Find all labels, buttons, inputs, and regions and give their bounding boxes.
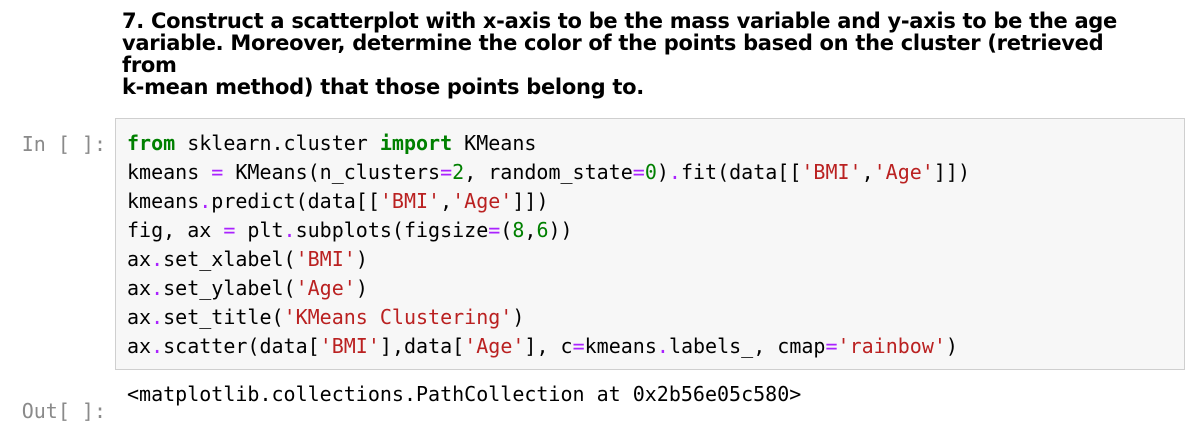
code-token: labels_, cmap (668, 334, 826, 358)
code-token: ax (127, 276, 152, 300)
code-token: , (861, 160, 874, 184)
code-token: subplots(figsize (295, 218, 489, 242)
code-token: = (223, 218, 236, 242)
output-prompt: Out[ ]: (21, 399, 106, 423)
code-token: 'rainbow' (837, 334, 946, 358)
code-token: 'Age' (873, 160, 934, 184)
code-token: scatter(data[ (163, 334, 320, 358)
code-token: ( (500, 218, 513, 242)
code-token: kmeans (584, 334, 657, 358)
code-token: ) (512, 305, 525, 329)
code-token: 'BMI' (801, 160, 862, 184)
code-token: ], c (524, 334, 573, 358)
code-token: ) (355, 276, 368, 300)
code-token: = (488, 218, 501, 242)
code-token: )) (548, 218, 573, 242)
code-token: , (524, 218, 537, 242)
code-token: = (825, 334, 838, 358)
code-token: KMeans (452, 131, 537, 155)
code-token: 'Age' (464, 334, 525, 358)
code-token: 'KMeans Clustering' (283, 305, 513, 329)
code-token: . (151, 334, 164, 358)
code-token: set_ylabel( (163, 276, 296, 300)
code-token: , (440, 189, 453, 213)
code-token: . (668, 160, 681, 184)
code-token: ax (127, 334, 152, 358)
code-line: ax.scatter(data['BMI'],data['Age'], c=km… (127, 332, 1184, 361)
code-token: = (572, 334, 585, 358)
code-token: ) (656, 160, 669, 184)
code-lines: from sklearn.cluster import KMeans kmeans… (127, 129, 1184, 361)
output-text: <matplotlib.collections.PathCollection a… (127, 382, 802, 406)
code-token: ax (127, 305, 152, 329)
code-token: 'BMI' (319, 334, 380, 358)
code-line: ax.set_title('KMeans Clustering') (127, 303, 1184, 332)
code-token: 'Age' (295, 276, 356, 300)
code-token: 'Age' (452, 189, 513, 213)
code-token: ],data[ (379, 334, 465, 358)
code-token: ax (127, 247, 152, 271)
code-token: set_title( (163, 305, 284, 329)
code-token: import (379, 131, 453, 155)
code-token: fig, ax (127, 218, 224, 242)
code-token: kmeans (127, 160, 212, 184)
code-token: KMeans(n_clusters (223, 160, 441, 184)
code-token: ) (355, 247, 368, 271)
code-token: from (127, 131, 176, 155)
code-token: . (656, 334, 669, 358)
code-token: 8 (512, 218, 525, 242)
code-line: kmeans = KMeans(n_clusters=2, random_sta… (127, 158, 1184, 187)
code-token: sklearn.cluster (175, 131, 380, 155)
code-token: , random_state (464, 160, 633, 184)
code-token: = (632, 160, 645, 184)
code-line: fig, ax = plt.subplots(figsize=(8,6)) (127, 216, 1184, 245)
code-token: 0 (644, 160, 657, 184)
code-token: 2 (452, 160, 465, 184)
code-token: . (199, 189, 212, 213)
code-token: 6 (536, 218, 549, 242)
code-token: = (211, 160, 224, 184)
code-token: ) (945, 334, 958, 358)
code-token: 'BMI' (295, 247, 356, 271)
code-line: from sklearn.cluster import KMeans (127, 129, 1184, 158)
markdown-cell-heading: 7. Construct a scatterplot with x-axis t… (122, 9, 1117, 99)
code-line: ax.set_ylabel('Age') (127, 274, 1184, 303)
code-token: predict(data[[ (211, 189, 380, 213)
code-line: ax.set_xlabel('BMI') (127, 245, 1184, 274)
code-cell-editor[interactable]: from sklearn.cluster import KMeans kmeans… (115, 118, 1185, 370)
code-token: . (151, 276, 164, 300)
code-line: kmeans.predict(data[['BMI','Age']]) (127, 187, 1184, 216)
code-token: 'BMI' (379, 189, 441, 213)
input-prompt: In [ ]: (21, 132, 106, 156)
code-token: . (283, 218, 296, 242)
code-token: . (151, 247, 164, 271)
code-token: fit(data[[ (680, 160, 802, 184)
code-token: . (151, 305, 164, 329)
code-token: kmeans (127, 189, 200, 213)
code-token: ]]) (512, 189, 549, 213)
code-token: ]]) (933, 160, 970, 184)
code-token: set_xlabel( (163, 247, 296, 271)
code-token: plt (235, 218, 284, 242)
code-token: = (440, 160, 453, 184)
